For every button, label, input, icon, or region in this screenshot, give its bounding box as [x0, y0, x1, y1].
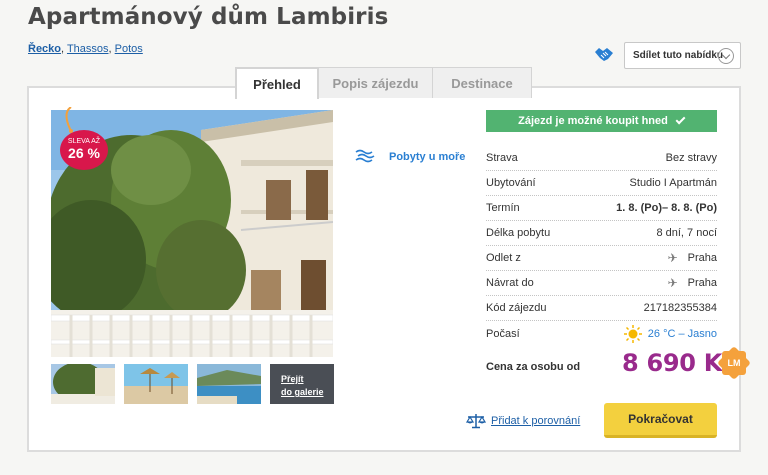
info-label: Odlet z [486, 252, 521, 264]
scales-icon [466, 414, 486, 429]
info-table: Strava Bez stravy Ubytování Studio I Apa… [486, 146, 717, 346]
info-label: Strava [486, 152, 518, 164]
tag-pin-icon [65, 107, 73, 133]
breadcrumb-link-city[interactable]: Potos [115, 43, 143, 55]
info-value: 8 dní, 7 nocí [656, 227, 717, 239]
gallery-link-line1: Přejít [281, 374, 304, 384]
availability-label: Zájezd je možné koupit hned [518, 115, 668, 127]
info-row: Strava Bez stravy [486, 146, 717, 171]
discount-badge: SLEVA AŽ 26 % [60, 130, 108, 170]
info-value: ✈ Praha [668, 251, 717, 265]
tab-destination[interactable]: Destinace [432, 67, 532, 98]
page-title: Apartmánový dům Lambiris [28, 4, 389, 30]
chevron-down-icon [718, 48, 734, 64]
plane-icon: ✈ [667, 251, 678, 265]
return-city: Praha [687, 277, 717, 289]
feature-label: Pobyty u moře [389, 151, 466, 163]
info-label: Návrat do [486, 277, 534, 289]
sun-icon [623, 324, 642, 343]
info-row: Délka pobytu 8 dní, 7 nocí [486, 221, 717, 246]
info-label: Termín [486, 202, 520, 214]
info-label: Kód zájezdu [486, 302, 547, 314]
info-label: Počasí [486, 327, 520, 340]
availability-banner: Zájezd je možné koupit hned [486, 110, 717, 132]
gallery-thumbnail-1[interactable] [51, 364, 115, 404]
gallery-link[interactable]: Přejít do galerie [270, 364, 334, 404]
share-button[interactable]: Sdílet tuto nabídku [624, 42, 741, 69]
discount-value: 26 % [68, 145, 100, 161]
departure-city: Praha [687, 252, 717, 264]
info-value: Bez stravy [665, 152, 717, 164]
weather-value: 26 °C – Jasno [647, 327, 717, 340]
breadcrumb: Řecko, Thassos, Potos [28, 43, 143, 55]
info-value: 1. 8. (Po)– 8. 8. (Po) [616, 202, 717, 214]
info-row: Odlet z ✈ Praha [486, 246, 717, 271]
gallery-thumbnail-2[interactable] [124, 364, 188, 404]
info-label: Délka pobytu [486, 227, 551, 239]
continue-button[interactable]: Pokračovat [604, 403, 717, 438]
info-value: ✈ Praha [668, 276, 717, 290]
info-row: Počasí 26 °C – Jasno [486, 321, 717, 346]
breadcrumb-link-country[interactable]: Řecko [28, 43, 61, 55]
info-value: 26 °C – Jasno [623, 324, 717, 343]
info-row: Ubytování Studio I Apartmán [486, 171, 717, 196]
last-minute-badge: LM [722, 351, 746, 375]
plane-icon: ✈ [667, 276, 678, 290]
discount-label: SLEVA AŽ [67, 138, 101, 145]
tab-bar: Přehled Popis zájezdu Destinace [235, 67, 532, 99]
info-row: Kód zájezdu 217182355384 [486, 296, 717, 321]
info-value: 217182355384 [643, 302, 717, 314]
feature-tag[interactable]: Pobyty u moře [354, 148, 465, 163]
info-value: Studio I Apartmán [629, 177, 717, 189]
check-icon [675, 114, 686, 125]
gallery-link-line2: do galerie [281, 387, 324, 397]
beach-icon [355, 149, 375, 162]
tab-description[interactable]: Popis zájezdu [318, 67, 433, 98]
info-row: Návrat do ✈ Praha [486, 271, 717, 296]
compare-link[interactable]: Přidat k porovnání [466, 413, 580, 429]
compare-label: Přidat k porovnání [491, 415, 581, 427]
share-button-label: Sdílet tuto nabídku [633, 50, 723, 61]
info-label: Ubytování [486, 177, 536, 189]
handshake-icon[interactable] [594, 46, 614, 62]
info-row: Termín 1. 8. (Po)– 8. 8. (Po) [486, 196, 717, 221]
price-label: Cena za osobu od [486, 361, 581, 373]
tab-overview[interactable]: Přehled [235, 67, 319, 99]
gallery-thumbnail-3[interactable] [197, 364, 261, 404]
breadcrumb-link-region[interactable]: Thassos [67, 43, 109, 55]
